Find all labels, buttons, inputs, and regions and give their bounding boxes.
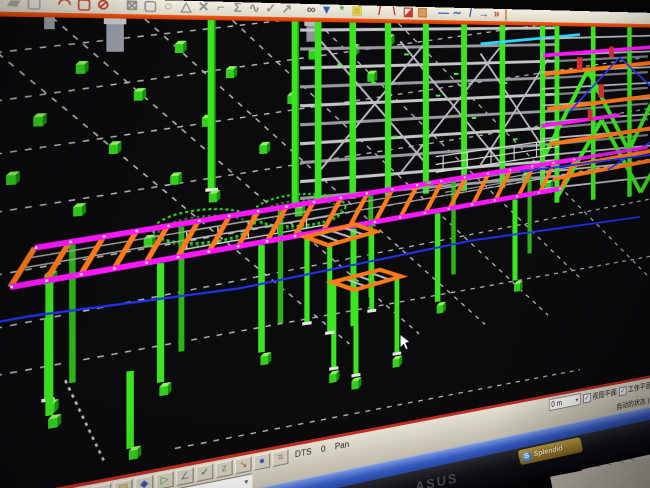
toolbar-icon[interactable]: ↗ (279, 1, 295, 17)
toolbar-icon[interactable]: ▨ (415, 5, 429, 20)
toolbar-icon[interactable]: ∼ (450, 6, 463, 21)
toolbar-icon[interactable]: * (334, 3, 349, 19)
toolbar-icon[interactable]: ▏ (503, 7, 516, 21)
snap-toggle-button[interactable]: ↘ (235, 456, 252, 474)
snap-toggle-button[interactable]: ◆ (135, 474, 153, 488)
toolbar-icon[interactable]: ⊠ (123, 0, 142, 14)
toolbar-icon[interactable]: » (490, 7, 503, 22)
toolbar-icon[interactable]: → (477, 6, 490, 21)
sticker-orb-icon: S (521, 450, 533, 462)
mouse-cursor (400, 333, 409, 350)
dts-indicator: DTS (295, 447, 312, 460)
checkbox-check-icon: ✓ (619, 386, 626, 396)
chevron-down-icon: ▾ (576, 396, 579, 404)
snap-toggle-button[interactable]: ✕ (92, 482, 111, 488)
chevron-down-icon: ▾ (244, 477, 248, 486)
toolbar-icon[interactable]: / (464, 6, 477, 21)
checkbox-check-icon: ✓ (583, 393, 591, 404)
toolbar-icon[interactable]: ⌐ (212, 0, 229, 16)
snap-toggle-button[interactable]: ▷ (156, 470, 174, 488)
screen: ▰▢◠▢⊘⊠▢○△✕⌐Σ∿✓↗∞▼*▣/\◪▨—∼/→»▏ (0, 0, 650, 488)
toolbar-icon[interactable]: Σ (229, 0, 246, 16)
toolbar-icon[interactable]: ▢ (74, 0, 93, 13)
pan-indicator: Pan (335, 439, 349, 451)
count-indicator: 0 (321, 444, 326, 454)
toolbar-icon[interactable]: ▼ (319, 2, 334, 18)
toolbar-icon[interactable]: ✕ (195, 0, 212, 16)
photo-of-monitor: ▰▢◠▢⊘⊠▢○△✕⌐Σ∿✓↗∞▼*▣/\◪▨—∼/→»▏ (0, 0, 650, 488)
toolbar-icon[interactable]: ◪ (401, 4, 415, 19)
erected-columns (41, 17, 305, 476)
snap-toggle-button[interactable]: ∠ (176, 467, 194, 486)
toolbar-icon[interactable]: ○ (159, 0, 177, 15)
toolbar-icon[interactable]: ∞ (303, 2, 319, 18)
toolbar-icon[interactable]: ◠ (55, 0, 75, 13)
snap-toggle-button[interactable]: ▧ (114, 478, 133, 488)
toolbar-icon[interactable]: ▢ (24, 0, 44, 13)
toolbar-icon[interactable]: ▰ (3, 0, 24, 12)
snap-depth-value: 0 m (551, 399, 562, 409)
snap-toggle-button[interactable]: z (216, 459, 233, 478)
braced-tower (542, 26, 650, 204)
toolbar-icon[interactable]: ∿ (246, 0, 263, 17)
toolbar-icon[interactable]: ▢ (141, 0, 159, 15)
toolbar-icon[interactable]: \ (387, 4, 401, 19)
asus-logo: ASUS (413, 470, 459, 488)
snap-toggle-button[interactable]: ✓ (196, 463, 213, 482)
toolbar-icon[interactable]: △ (177, 0, 195, 15)
toolbar-icon[interactable]: ⊘ (94, 0, 113, 14)
snap-toggle-button[interactable]: ≡ (272, 449, 288, 467)
toolbar-icon[interactable]: / (372, 4, 387, 20)
sticker-text: Splendid (533, 445, 563, 458)
snap-toggle-button[interactable]: ● (254, 452, 270, 470)
toolbar-icon[interactable]: ▣ (349, 3, 364, 19)
toolbar-icon[interactable]: — (437, 5, 451, 20)
toolbar-icon[interactable]: ✓ (263, 1, 279, 17)
